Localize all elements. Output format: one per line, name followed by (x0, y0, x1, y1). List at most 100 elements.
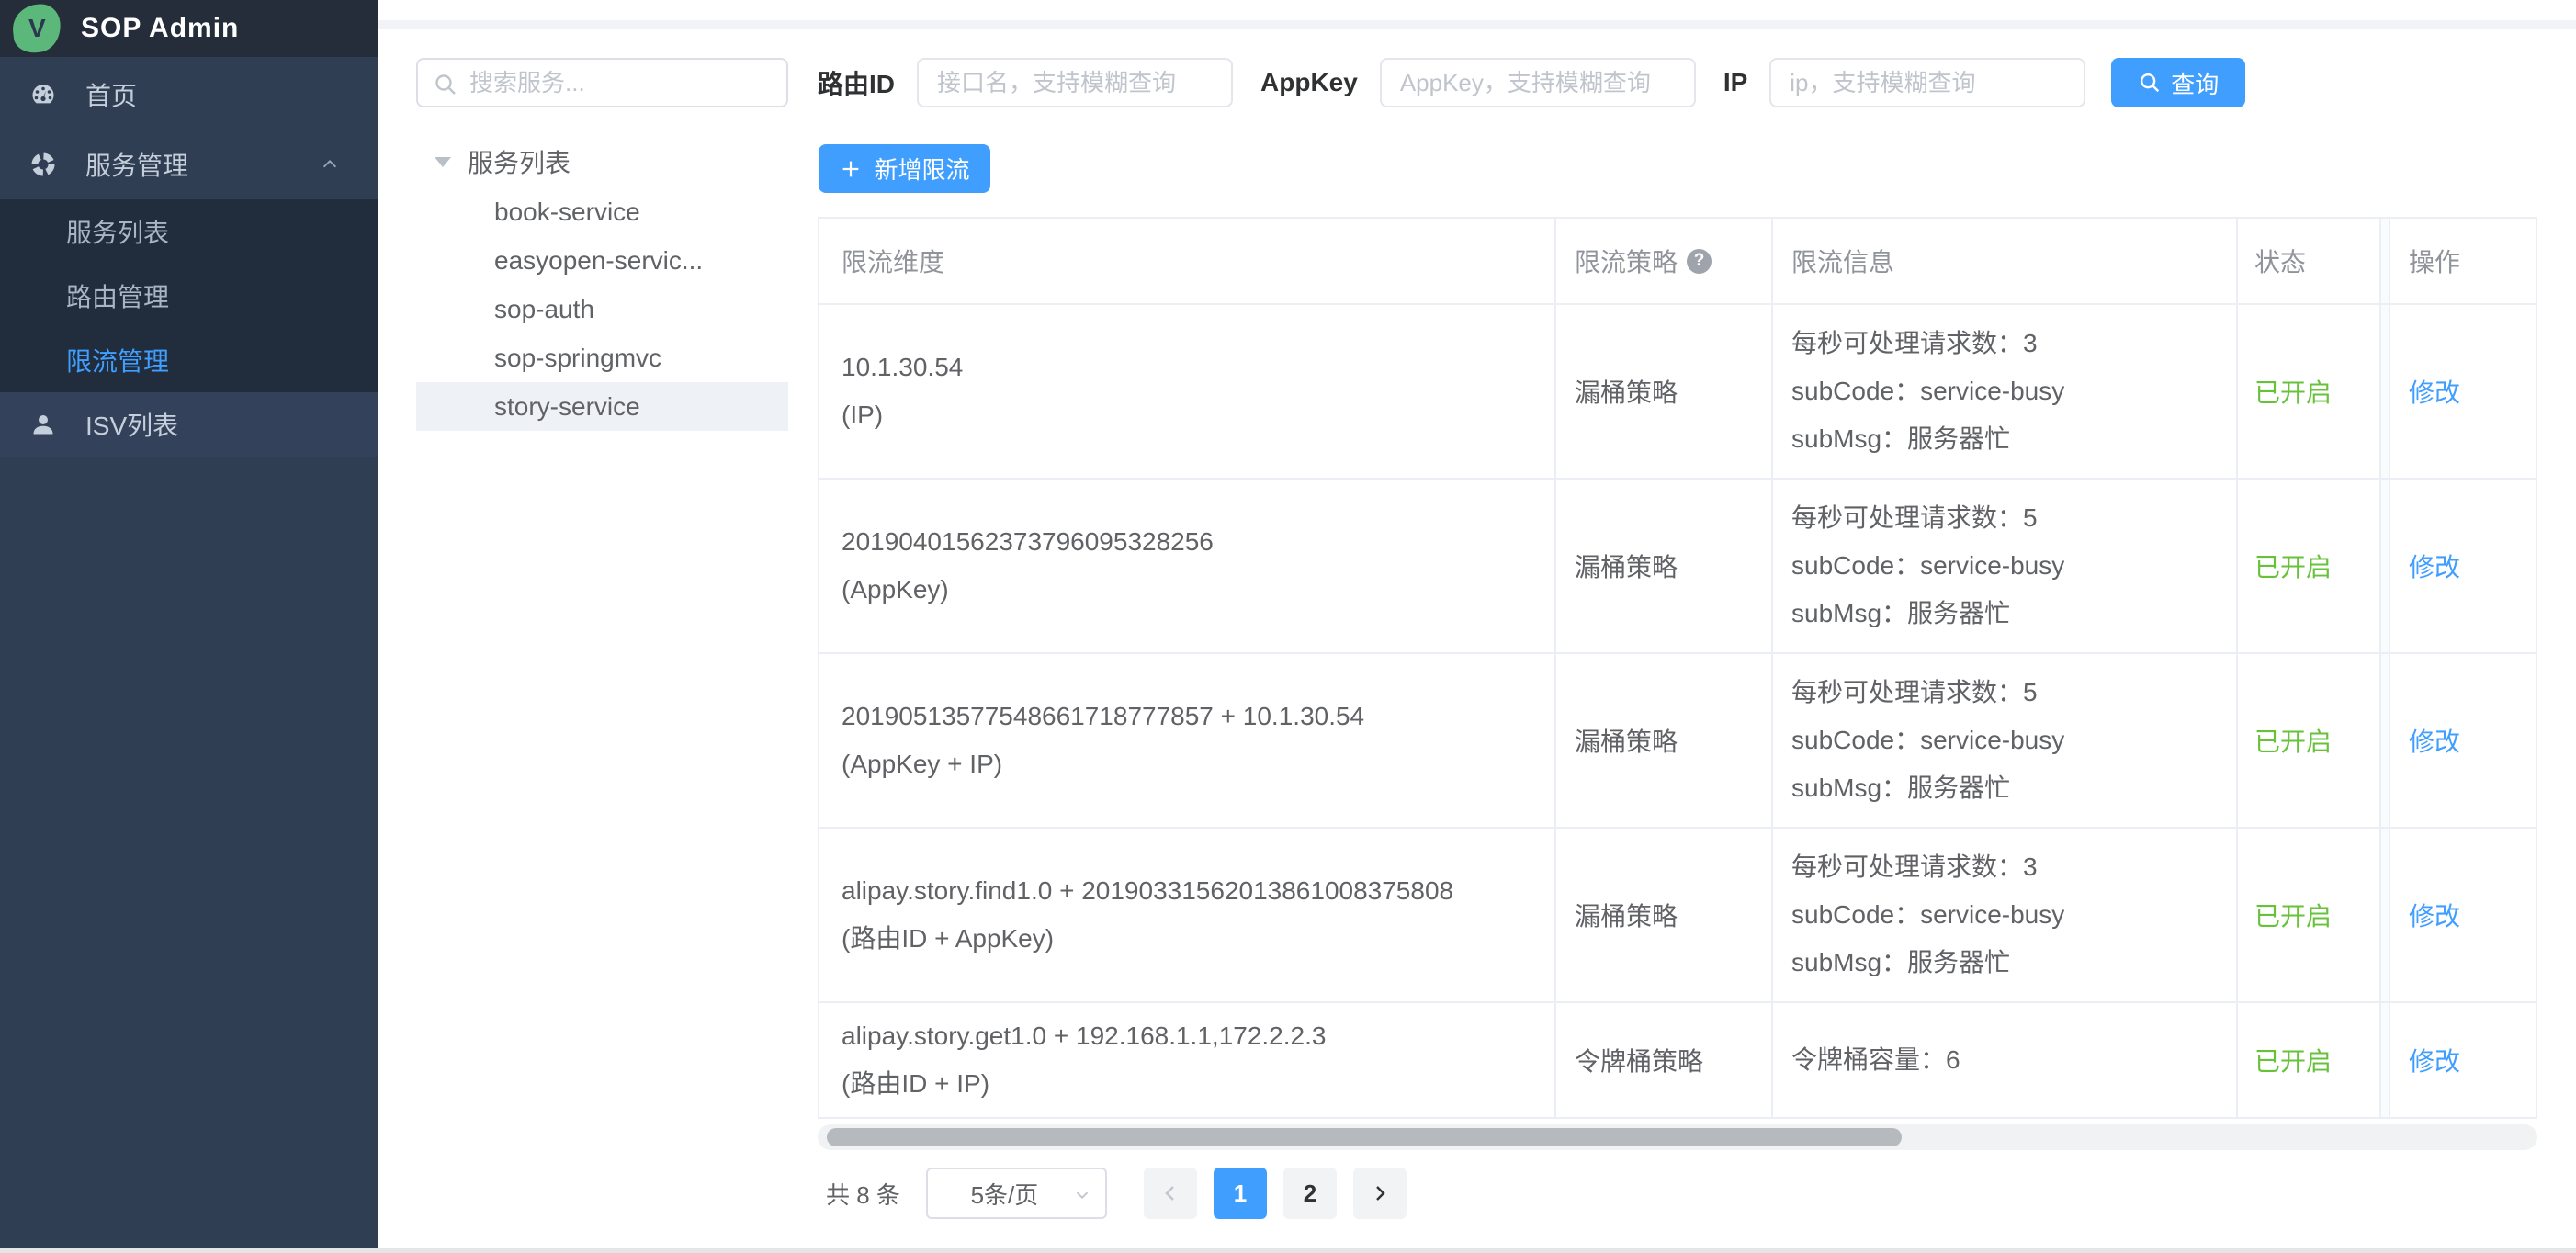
status-badge: 已开启 (2254, 722, 2379, 759)
limit-table: 限流维度 限流策略 ? 限流信息 状态 操作 (818, 217, 2537, 1119)
sidebar-submenu: 服务列表 路由管理 限流管理 (0, 199, 378, 392)
next-page-button[interactable] (1353, 1168, 1407, 1219)
search-icon (2138, 71, 2162, 95)
cell-info: 每秒可处理请求数：3 subCode：service-busy subMsg：服… (1773, 305, 2238, 478)
header-limit-info: 限流信息 (1773, 219, 2238, 303)
status-badge: 已开启 (2254, 547, 2379, 584)
user-icon (29, 411, 57, 438)
cell-strategy: 漏桶策略 (1556, 829, 1773, 1001)
chevron-down-icon (1072, 1185, 1092, 1205)
edit-link[interactable]: 修改 (2409, 722, 2536, 759)
cell-info: 每秒可处理请求数：3 subCode：service-busy subMsg：服… (1773, 829, 2238, 1001)
appkey-input[interactable] (1382, 60, 1694, 106)
service-search-input[interactable] (469, 60, 782, 106)
sidebar-item-home[interactable]: 首页 (0, 60, 378, 130)
chevron-up-icon (320, 154, 340, 175)
tree-root-label: 服务列表 (468, 143, 571, 180)
cell-action: 修改 (2390, 829, 2537, 1001)
appkey-label: AppKey (1260, 68, 1358, 97)
cell-info: 每秒可处理请求数：5 subCode：service-busy subMsg：服… (1773, 480, 2238, 652)
app-logo: V (10, 2, 62, 54)
add-limit-button[interactable]: 新增限流 (819, 144, 990, 193)
app-window: V SOP Admin 首页 (0, 0, 2576, 1253)
dashboard-icon (29, 81, 57, 108)
fixed-column-gutter (2381, 1003, 2390, 1117)
sidebar-item-label: ISV列表 (85, 406, 178, 443)
tree-node-book-service[interactable]: book-service (416, 187, 788, 236)
route-id-input[interactable] (919, 60, 1231, 106)
help-icon[interactable]: ? (1687, 249, 1712, 274)
edit-link[interactable]: 修改 (2409, 1042, 2536, 1078)
table-row: 20190513577548661718777857 + 10.1.30.54 … (818, 654, 2537, 829)
edit-link[interactable]: 修改 (2409, 373, 2536, 410)
sidebar: V SOP Admin 首页 (0, 0, 378, 1253)
window-scrollbar[interactable] (0, 1248, 2576, 1253)
service-search-box (416, 58, 788, 107)
sidebar-item-limit-management[interactable]: 限流管理 (0, 328, 378, 392)
top-divider (378, 20, 2576, 29)
search-button[interactable]: 查询 (2111, 58, 2245, 107)
fixed-column-gutter (2381, 305, 2390, 478)
page-button-1[interactable]: 1 (1214, 1168, 1267, 1219)
ip-input[interactable] (1771, 60, 2084, 106)
submenu-label: 服务列表 (66, 213, 169, 250)
sidebar-item-route-management[interactable]: 路由管理 (0, 264, 378, 328)
cell-info: 每秒可处理请求数：5 subCode：service-busy subMsg：服… (1773, 654, 2238, 827)
filter-bar: 路由ID AppKey IP 查询 (818, 58, 2245, 107)
table-hscrollbar-track (818, 1124, 2537, 1150)
fixed-column-gutter (2381, 219, 2390, 303)
tree-node-label: sop-auth (494, 295, 594, 324)
tree-node-sop-auth[interactable]: sop-auth (416, 285, 788, 333)
pagination-total: 共 8 条 (826, 1177, 900, 1211)
app-title: SOP Admin (81, 13, 239, 44)
cell-strategy: 漏桶策略 (1556, 305, 1773, 478)
page-button-2[interactable]: 2 (1283, 1168, 1337, 1219)
cell-action: 修改 (2390, 654, 2537, 827)
tree-root-service-list[interactable]: 服务列表 (416, 136, 788, 187)
sidebar-item-isv-list[interactable]: ISV列表 (0, 392, 378, 457)
header-status: 状态 (2238, 219, 2381, 303)
tree-node-label: story-service (494, 392, 640, 422)
route-id-field-wrap (917, 58, 1233, 107)
logo-letter: V (28, 14, 46, 43)
ip-field-wrap (1769, 58, 2085, 107)
pagination: 共 8 条 5条/页 1 2 (826, 1165, 1407, 1222)
cell-status: 已开启 (2238, 654, 2381, 827)
sidebar-item-service-list[interactable]: 服务列表 (0, 199, 378, 264)
tree-node-easyopen-service[interactable]: easyopen-servic... (416, 236, 788, 285)
prev-page-button[interactable] (1144, 1168, 1197, 1219)
caret-down-icon (435, 157, 451, 167)
tree-node-story-service[interactable]: story-service (416, 382, 788, 431)
table-hscrollbar-thumb[interactable] (827, 1128, 1902, 1146)
sidebar-menu: 首页 服务管理 服务列表 路由管理 限流管理 (0, 57, 378, 457)
status-badge: 已开启 (2254, 897, 2379, 933)
edit-link[interactable]: 修改 (2409, 897, 2536, 933)
sidebar-item-service-management[interactable]: 服务管理 (0, 130, 378, 199)
cell-action: 修改 (2390, 305, 2537, 478)
cell-dimension: 20190401562373796095328256 (AppKey) (818, 480, 1556, 652)
cell-strategy: 漏桶策略 (1556, 480, 1773, 652)
cell-status: 已开启 (2238, 829, 2381, 1001)
table-row: 20190401562373796095328256 (AppKey) 漏桶策略… (818, 480, 2537, 654)
sidebar-item-label: 服务管理 (85, 146, 188, 183)
cell-info: 令牌桶容量：6 (1773, 1003, 2238, 1117)
submenu-label: 限流管理 (66, 342, 169, 378)
add-limit-button-label: 新增限流 (874, 152, 969, 186)
cell-dimension: 20190513577548661718777857 + 10.1.30.54 … (818, 654, 1556, 827)
page-size-select[interactable]: 5条/页 (926, 1168, 1107, 1219)
plus-icon (839, 157, 863, 181)
tree-node-label: easyopen-servic... (494, 246, 703, 276)
fixed-column-gutter (2381, 480, 2390, 652)
tree-node-label: sop-springmvc (494, 344, 661, 373)
chevron-right-icon (1369, 1182, 1391, 1204)
tree-node-sop-springmvc[interactable]: sop-springmvc (416, 333, 788, 382)
fixed-column-gutter (2381, 654, 2390, 827)
edit-link[interactable]: 修改 (2409, 547, 2536, 584)
table-row: alipay.story.get1.0 + 192.168.1.1,172.2.… (818, 1003, 2537, 1119)
status-badge: 已开启 (2254, 373, 2379, 410)
header-limit-strategy: 限流策略 ? (1556, 219, 1773, 303)
cell-status: 已开启 (2238, 480, 2381, 652)
status-badge: 已开启 (2254, 1042, 2379, 1078)
cell-dimension: 10.1.30.54 (IP) (818, 305, 1556, 478)
service-icon (29, 151, 57, 178)
